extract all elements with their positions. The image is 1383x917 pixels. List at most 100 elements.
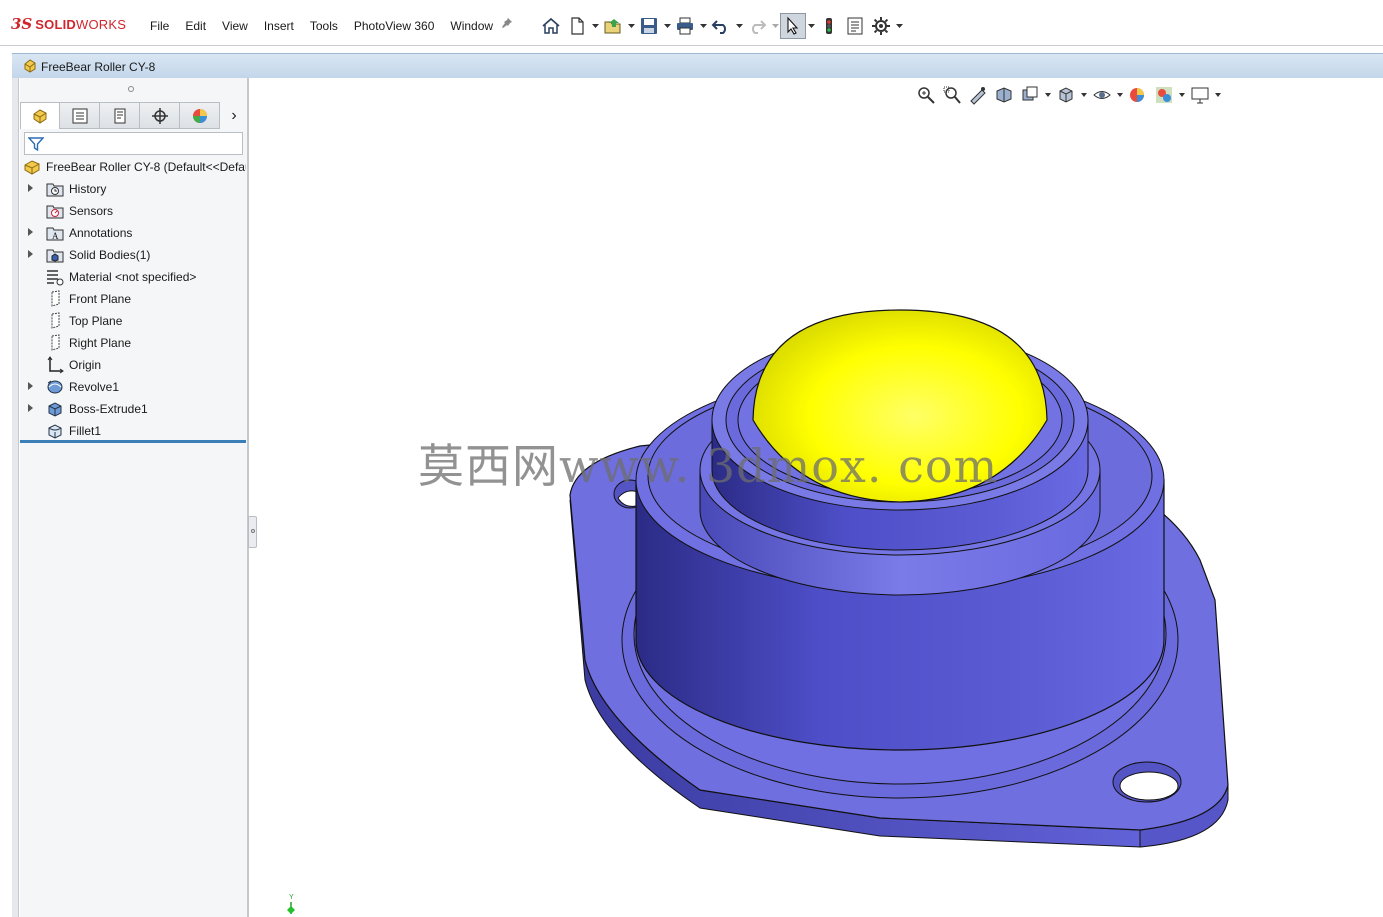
manager-tabs: › — [20, 102, 248, 129]
tree-item-fillet1[interactable]: Fillet1 — [20, 420, 248, 442]
menu-tools[interactable]: Tools — [310, 19, 338, 33]
grip-dot-icon — [128, 86, 134, 92]
pin-menu-icon[interactable] — [501, 17, 513, 32]
tree-item-boss-extrude1[interactable]: Boss-Extrude1 — [20, 398, 248, 420]
file-properties-icon[interactable] — [842, 13, 868, 39]
menu-view[interactable]: View — [222, 19, 248, 33]
options-dropdown-arrow-icon[interactable] — [894, 13, 904, 39]
new-document-icon[interactable] — [564, 13, 590, 39]
tree-item-label: Boss-Extrude1 — [69, 402, 148, 416]
dimxpert-icon — [151, 107, 168, 124]
select-icon[interactable] — [780, 13, 806, 39]
tree-item-label: Annotations — [69, 226, 133, 240]
print-icon[interactable] — [672, 13, 698, 39]
menu-insert[interactable]: Insert — [264, 19, 294, 33]
standard-toolbar — [538, 12, 904, 40]
tree-item-right-plane[interactable]: Right Plane — [20, 332, 248, 354]
menu-photoview[interactable]: PhotoView 360 — [354, 19, 435, 33]
feature-manager-panel: › FreeBear Roller CY-8 (Default<<Default… — [20, 78, 248, 917]
menu-window[interactable]: Window — [450, 19, 493, 33]
material-icon — [46, 268, 64, 286]
undo-icon[interactable] — [708, 13, 734, 39]
expand-arrow-icon[interactable] — [28, 228, 33, 236]
tree-filter-input[interactable] — [24, 132, 243, 155]
tree-item-label: Fillet1 — [69, 424, 102, 438]
part-icon — [22, 58, 38, 77]
menu-bar: 3S SOLID WORKS File Edit View Insert Too… — [0, 0, 1383, 46]
tree-item-label: Right Plane — [69, 336, 132, 350]
document-title: FreeBear Roller CY-8 — [41, 60, 156, 74]
triad-y-label: Y — [289, 894, 294, 901]
configurationmanager-icon — [114, 108, 125, 123]
options-gear-icon[interactable] — [868, 13, 894, 39]
tree-item-annotations[interactable]: A Annotations — [20, 222, 248, 244]
featuremanager-icon — [33, 109, 47, 124]
display-manager-tab[interactable] — [180, 102, 220, 129]
tree-item-label: Material <not specified> — [69, 270, 197, 284]
part-root-icon — [23, 158, 41, 179]
save-dropdown-arrow-icon[interactable] — [662, 13, 672, 39]
revolve-icon — [46, 378, 64, 396]
reference-triad: Y — [282, 890, 302, 917]
rollback-bar[interactable] — [20, 440, 246, 443]
featuremanager-tab[interactable] — [20, 102, 60, 129]
rebuild-traffic-light-icon[interactable] — [816, 13, 842, 39]
undo-dropdown-arrow-icon[interactable] — [734, 13, 744, 39]
configurationmanager-tab[interactable] — [100, 102, 140, 129]
expand-arrow-icon[interactable] — [28, 184, 33, 192]
display-manager-icon — [192, 108, 207, 123]
save-icon[interactable] — [636, 13, 662, 39]
tree-item-material-not-specified[interactable]: Material <not specified> — [20, 266, 248, 288]
more-tabs-chevron-icon[interactable]: › — [220, 102, 248, 129]
3d-model-roller[interactable] — [258, 78, 1383, 917]
propertymanager-icon — [72, 108, 87, 123]
tree-item-label: Revolve1 — [69, 380, 120, 394]
tree-item-label: Solid Bodies(1) — [69, 248, 151, 262]
new-dropdown-arrow-icon[interactable] — [590, 13, 600, 39]
menu-edit[interactable]: Edit — [185, 19, 206, 33]
task-pane-edge — [12, 78, 19, 917]
dimxpert-tab[interactable] — [140, 102, 180, 129]
extrude-icon — [46, 400, 64, 418]
home-icon[interactable] — [538, 13, 564, 39]
tree-item-label: Sensors — [69, 204, 114, 218]
tree-item-history[interactable]: History — [20, 178, 248, 200]
tree-item-top-plane[interactable]: Top Plane — [20, 310, 248, 332]
history-folder-icon — [46, 180, 64, 198]
plane-icon — [46, 290, 64, 308]
logo-light: WORKS — [76, 16, 127, 32]
open-icon[interactable] — [600, 13, 626, 39]
tree-item-sensors[interactable]: Sensors — [20, 200, 248, 222]
tree-item-solid-bodies-1[interactable]: Solid Bodies(1) — [20, 244, 248, 266]
plane-icon — [46, 334, 64, 352]
tree-root-part[interactable]: FreeBear Roller CY-8 (Default<<Default>_… — [20, 156, 248, 178]
splitter-handle[interactable] — [248, 516, 257, 548]
document-title-bar: FreeBear Roller CY-8 — [12, 53, 1383, 78]
tree-item-origin[interactable]: Origin — [20, 354, 248, 376]
origin-icon — [46, 356, 64, 374]
svg-text:A: A — [52, 231, 59, 241]
tree-item-label: History — [69, 182, 107, 196]
propertymanager-tab[interactable] — [60, 102, 100, 129]
expand-arrow-icon[interactable] — [28, 250, 33, 258]
tree-item-label: Top Plane — [69, 314, 123, 328]
solid-bodies-icon — [46, 246, 64, 264]
redo-icon — [744, 13, 770, 39]
solidworks-logo[interactable]: 3S SOLID WORKS — [11, 13, 126, 35]
watermark-text: 莫西网www. 3dmox. com — [418, 439, 999, 493]
print-dropdown-arrow-icon[interactable] — [698, 13, 708, 39]
tree-item-revolve1[interactable]: Revolve1 — [20, 376, 248, 398]
feature-tree: FreeBear Roller CY-8 (Default<<Default>_… — [20, 156, 248, 442]
tree-item-label: Front Plane — [69, 292, 132, 306]
redo-dropdown-arrow-icon — [770, 13, 780, 39]
menu-file[interactable]: File — [150, 19, 169, 33]
panel-grip[interactable] — [20, 78, 248, 100]
expand-arrow-icon[interactable] — [28, 382, 33, 390]
select-dropdown-arrow-icon[interactable] — [806, 13, 816, 39]
annotations-icon: A — [46, 224, 64, 242]
tree-item-front-plane[interactable]: Front Plane — [20, 288, 248, 310]
panel-splitter[interactable] — [248, 78, 257, 917]
expand-arrow-icon[interactable] — [28, 404, 33, 412]
graphics-area[interactable]: 莫西网www. 3dmox. com Y — [258, 78, 1383, 917]
open-dropdown-arrow-icon[interactable] — [626, 13, 636, 39]
